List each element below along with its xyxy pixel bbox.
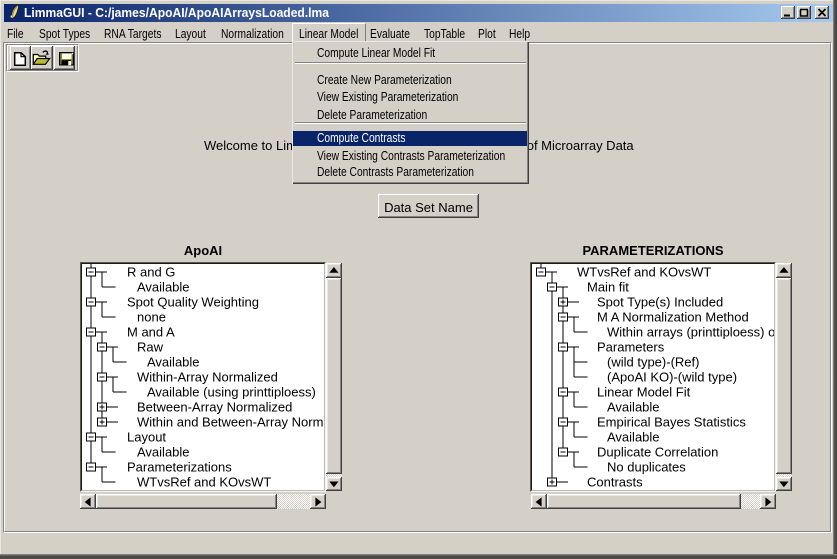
svg-text:Available: Available: [607, 430, 660, 445]
svg-text:(wild type)-(Ref): (wild type)-(Ref): [607, 355, 699, 370]
svg-text:Available: Available: [137, 445, 190, 460]
svg-text:Layout: Layout: [127, 430, 166, 445]
svg-text:Within arrays (printtiploess): Within arrays (printtiploess) only: [607, 325, 774, 340]
svg-text:Empirical Bayes Statistics: Empirical Bayes Statistics: [597, 415, 746, 430]
svg-text:Available: Available: [147, 355, 200, 370]
svg-text:Raw: Raw: [137, 340, 164, 355]
svg-text:Available: Available: [137, 280, 190, 295]
svg-text:Within-Array Normalized: Within-Array Normalized: [137, 370, 278, 385]
svg-text:Within and Between-Array Norma: Within and Between-Array Normalized: [137, 415, 324, 430]
svg-text:Duplicate Correlation: Duplicate Correlation: [597, 445, 718, 460]
svg-text:Main fit: Main fit: [587, 280, 629, 295]
svg-text:Parameters: Parameters: [597, 340, 665, 355]
svg-text:Linear Model Fit: Linear Model Fit: [597, 385, 691, 400]
svg-text:No duplicates: No duplicates: [607, 460, 686, 475]
svg-text:(ApoAI KO)-(wild type): (ApoAI KO)-(wild type): [607, 370, 737, 385]
svg-text:Spot Type(s) Included: Spot Type(s) Included: [597, 295, 723, 310]
svg-text:Spot Quality Weighting: Spot Quality Weighting: [127, 295, 259, 310]
svg-text:WTvsRef and KOvsWT: WTvsRef and KOvsWT: [577, 265, 711, 280]
svg-text:WTvsRef and KOvsWT: WTvsRef and KOvsWT: [137, 475, 271, 490]
svg-text:Between-Array Normalized: Between-Array Normalized: [137, 400, 292, 415]
svg-text:Parameterizations: Parameterizations: [127, 460, 232, 475]
svg-text:Contrasts: Contrasts: [587, 475, 643, 490]
svg-text:M A Normalization Method: M A Normalization Method: [597, 310, 749, 325]
svg-text:Available (using printtiploess: Available (using printtiploess): [147, 385, 316, 400]
svg-text:R and G: R and G: [127, 265, 175, 280]
svg-text:none: none: [137, 310, 166, 325]
svg-text:M and A: M and A: [127, 325, 175, 340]
svg-text:Available: Available: [607, 400, 660, 415]
